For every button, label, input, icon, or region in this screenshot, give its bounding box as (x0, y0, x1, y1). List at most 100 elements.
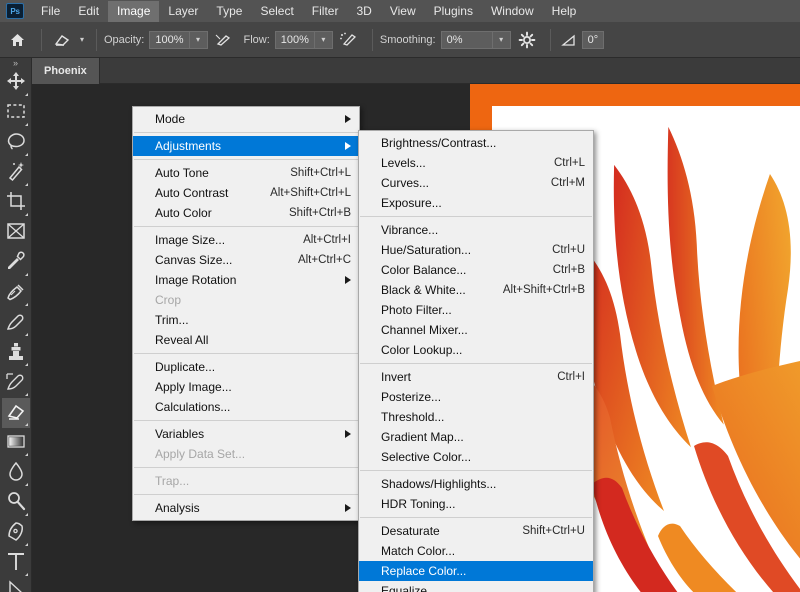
menu-item-equalize[interactable]: Equalize (359, 581, 593, 592)
eyedropper-tool[interactable] (2, 248, 30, 278)
image-menu-dropdown[interactable]: Mode Adjustments Auto Tone Shift+Ctrl+L Auto… (132, 106, 360, 521)
eraser-preset-icon[interactable] (49, 32, 75, 48)
smoothing-input[interactable]: 0% (440, 30, 493, 49)
menubar-item-plugins[interactable]: Plugins (425, 1, 482, 22)
menu-item-auto-contrast[interactable]: Auto Contrast Alt+Shift+Ctrl+L (133, 183, 359, 203)
menu-item-reveal-all[interactable]: Reveal All (133, 330, 359, 350)
menu-item-color-lookup[interactable]: Color Lookup... (359, 340, 593, 360)
home-icon[interactable] (0, 32, 34, 48)
marquee-tool[interactable] (2, 98, 30, 128)
flow-input[interactable]: 100% (274, 30, 315, 49)
menu-item-label: Mode (155, 112, 186, 126)
preset-chevron-down-icon[interactable]: ▾ (75, 31, 89, 49)
flow-chevron-down-icon[interactable]: ▾ (314, 30, 333, 49)
move-tool[interactable] (2, 68, 30, 98)
menu-item-posterize[interactable]: Posterize... (359, 387, 593, 407)
menu-separator (134, 132, 358, 133)
menu-item-replace-color[interactable]: Replace Color... (359, 561, 593, 581)
menu-item-color-balance[interactable]: Color Balance... Ctrl+B (359, 260, 593, 280)
menu-item-label: Variables (155, 427, 205, 441)
menu-item-auto-color[interactable]: Auto Color Shift+Ctrl+B (133, 203, 359, 223)
menu-item-invert[interactable]: Invert Ctrl+I (359, 367, 593, 387)
path-selection-tool[interactable] (2, 578, 30, 592)
menu-item-image-rotation[interactable]: Image Rotation (133, 270, 359, 290)
angle-icon[interactable] (558, 33, 582, 47)
tool-flyout-triangle-icon (24, 333, 28, 336)
menu-item-selective-color[interactable]: Selective Color... (359, 447, 593, 467)
quick-selection-tool[interactable] (2, 158, 30, 188)
menu-item-label: Auto Tone (155, 166, 209, 180)
menu-item-trim[interactable]: Trim... (133, 310, 359, 330)
dodge-tool[interactable] (2, 488, 30, 518)
healing-brush-tool[interactable] (2, 278, 30, 308)
menu-item-calculations[interactable]: Calculations... (133, 397, 359, 417)
menubar-item-type[interactable]: Type (207, 1, 251, 22)
menubar-item-edit[interactable]: Edit (69, 1, 108, 22)
tool-flyout-triangle-icon (24, 573, 28, 576)
menubar-item-help[interactable]: Help (543, 1, 586, 22)
menu-item-shortcut: Ctrl+L (554, 157, 585, 169)
menu-item-trap: Trap... (133, 471, 359, 491)
gear-icon[interactable] (511, 31, 543, 49)
menu-item-variables[interactable]: Variables (133, 424, 359, 444)
menu-separator (360, 470, 592, 471)
menu-item-black-white[interactable]: Black & White... Alt+Shift+Ctrl+B (359, 280, 593, 300)
menubar-item-file[interactable]: File (32, 1, 69, 22)
menubar-item-layer[interactable]: Layer (159, 1, 207, 22)
menu-item-apply-image[interactable]: Apply Image... (133, 377, 359, 397)
type-tool[interactable] (2, 548, 30, 578)
tool-flyout-triangle-icon (24, 513, 28, 516)
double-chevron-right-icon[interactable]: » (0, 58, 31, 68)
menu-item-hue-saturation[interactable]: Hue/Saturation... Ctrl+U (359, 240, 593, 260)
adjustments-submenu-dropdown[interactable]: Brightness/Contrast... Levels... Ctrl+L Cur… (358, 130, 594, 592)
brush-tool[interactable] (2, 308, 30, 338)
menu-item-auto-tone[interactable]: Auto Tone Shift+Ctrl+L (133, 163, 359, 183)
menu-item-vibrance[interactable]: Vibrance... (359, 220, 593, 240)
blur-tool[interactable] (2, 458, 30, 488)
menu-item-curves[interactable]: Curves... Ctrl+M (359, 173, 593, 193)
menu-item-shadows-highlights[interactable]: Shadows/Highlights... (359, 474, 593, 494)
menu-item-gradient-map[interactable]: Gradient Map... (359, 427, 593, 447)
menu-item-canvas-size[interactable]: Canvas Size... Alt+Ctrl+C (133, 250, 359, 270)
crop-tool[interactable] (2, 188, 30, 218)
angle-input[interactable]: 0° (581, 30, 605, 49)
menu-item-analysis[interactable]: Analysis (133, 498, 359, 518)
lasso-tool[interactable] (2, 128, 30, 158)
menubar-item-filter[interactable]: Filter (303, 1, 348, 22)
menu-item-desaturate[interactable]: Desaturate Shift+Ctrl+U (359, 521, 593, 541)
menu-item-duplicate[interactable]: Duplicate... (133, 357, 359, 377)
pressure-opacity-icon[interactable] (208, 32, 238, 48)
menu-item-label: Analysis (155, 501, 200, 515)
menu-item-image-size[interactable]: Image Size... Alt+Ctrl+I (133, 230, 359, 250)
history-brush-tool[interactable] (2, 368, 30, 398)
menu-item-label: Apply Image... (155, 380, 232, 394)
menu-item-brightness-contrast[interactable]: Brightness/Contrast... (359, 133, 593, 153)
pen-tool[interactable] (2, 518, 30, 548)
menu-item-threshold[interactable]: Threshold... (359, 407, 593, 427)
menubar-item-select[interactable]: Select (251, 1, 302, 22)
menubar-item-view[interactable]: View (381, 1, 425, 22)
airbrush-icon[interactable] (333, 31, 365, 48)
menu-item-levels[interactable]: Levels... Ctrl+L (359, 153, 593, 173)
smoothing-chevron-down-icon[interactable]: ▾ (492, 30, 511, 49)
opacity-chevron-down-icon[interactable]: ▾ (189, 30, 208, 49)
menubar-item-3d[interactable]: 3D (347, 1, 380, 22)
menu-item-adjustments[interactable]: Adjustments (133, 136, 359, 156)
menu-item-photo-filter[interactable]: Photo Filter... (359, 300, 593, 320)
eraser-tool[interactable] (1, 398, 30, 428)
opacity-input[interactable]: 100% (149, 30, 190, 49)
document-tab-phoenix[interactable]: Phoenix (32, 58, 100, 84)
clone-stamp-icon (5, 340, 27, 367)
frame-tool[interactable] (2, 218, 30, 248)
menu-item-mode[interactable]: Mode (133, 109, 359, 129)
options-bar: ▾ Opacity: 100% ▾ Flow: 100% ▾ Smoothing… (0, 22, 800, 58)
menu-item-channel-mixer[interactable]: Channel Mixer... (359, 320, 593, 340)
menu-item-match-color[interactable]: Match Color... (359, 541, 593, 561)
gradient-tool[interactable] (2, 428, 30, 458)
menu-item-label: Replace Color... (381, 564, 467, 578)
menu-item-hdr-toning[interactable]: HDR Toning... (359, 494, 593, 514)
menubar-item-image[interactable]: Image (108, 0, 160, 22)
menu-item-exposure[interactable]: Exposure... (359, 193, 593, 213)
menubar-item-window[interactable]: Window (482, 1, 543, 22)
clone-stamp-tool[interactable] (2, 338, 30, 368)
